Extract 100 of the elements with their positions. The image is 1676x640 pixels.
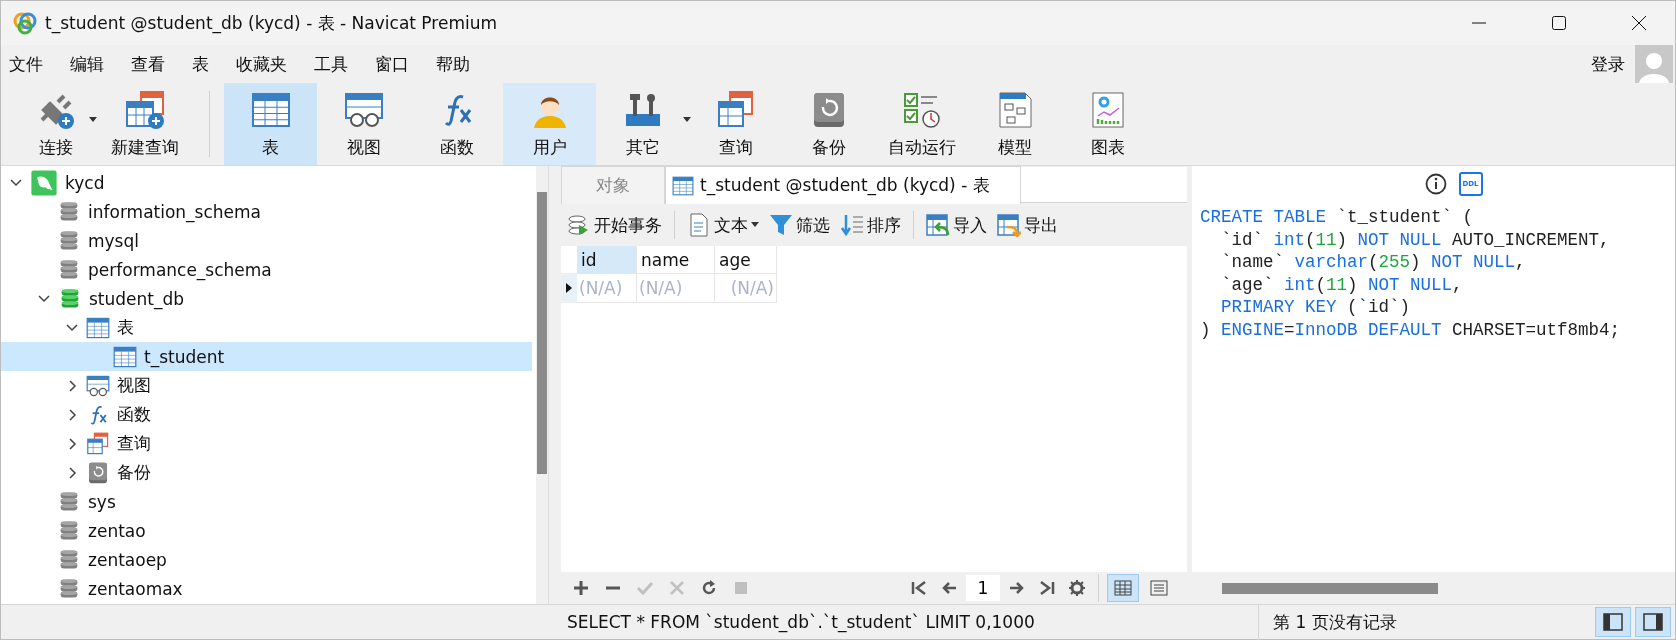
tree-item[interactable]: mysql [1, 226, 532, 255]
tree-item[interactable]: kycd [1, 168, 532, 197]
menu-item[interactable]: 文件 [9, 52, 70, 76]
page-field[interactable]: 1 [966, 575, 1000, 601]
window-title: t_student @student_db (kycd) - 表 - Navicat Premium [45, 11, 498, 35]
toolbar-button[interactable]: 导入 [924, 213, 989, 237]
toolbar-button[interactable]: 新建查询 [95, 83, 195, 165]
tree-label: 表 [117, 316, 134, 339]
tree-label: performance_schema [88, 259, 272, 280]
code-line: CREATE TABLE `t_student` ( [1200, 206, 1474, 229]
tree-item[interactable]: information_schema [1, 197, 532, 226]
tree-label: kycd [65, 172, 105, 193]
panel-icon [1603, 613, 1623, 631]
tree-label: zentaoep [88, 549, 167, 570]
gear-icon [1068, 579, 1086, 597]
minimize-icon [1471, 22, 1487, 24]
menu-item[interactable]: 编辑 [70, 52, 131, 76]
toolbar-button[interactable]: 其它 [596, 83, 689, 165]
scrollbar-thumb[interactable] [1222, 582, 1438, 594]
scrollbar-thumb[interactable] [537, 192, 547, 474]
menu-item[interactable]: 窗口 [375, 52, 436, 76]
toolbar-button[interactable]: 备份 [782, 83, 875, 165]
table-cell: (N/A) [715, 274, 777, 303]
pane-toggle-button[interactable] [1635, 607, 1671, 637]
tree-item[interactable]: performance_schema [1, 255, 532, 284]
code-line: `age` int(11) NOT NULL, [1220, 273, 1463, 297]
table-icon [86, 315, 110, 340]
toolbar-button[interactable]: 排序 [838, 213, 903, 237]
menu-item[interactable]: 工具 [314, 52, 375, 76]
sql-status: SELECT * FROM `student_db`.`t_student` LIMIT 0,1000 [567, 612, 1035, 632]
toolbar-button[interactable]: 用户 [503, 83, 596, 165]
column-header[interactable]: name [637, 246, 715, 274]
caret-icon[interactable] [683, 117, 691, 123]
stop-icon [732, 579, 750, 597]
menu-item[interactable]: 收藏夹 [236, 52, 314, 76]
tab[interactable]: t_student @student_db (kycd) - 表 [665, 166, 1021, 204]
login-link[interactable]: 登录 [1591, 52, 1625, 76]
tree-item[interactable]: zentaoep [1, 545, 532, 574]
new-table-icon [125, 89, 165, 130]
toolbar-button[interactable]: 图表 [1061, 83, 1154, 165]
tree-label: 查询 [117, 432, 151, 455]
tree-item[interactable]: zentao [1, 516, 532, 545]
info-button[interactable] [1424, 173, 1447, 195]
record-status: 第 1 页没有记录 [1273, 610, 1398, 634]
toolbar-button[interactable]: 查询 [689, 83, 782, 165]
tree-label: 函数 [117, 403, 151, 426]
refresh-icon [700, 579, 718, 597]
sort-icon [840, 213, 864, 237]
first-icon [910, 579, 928, 597]
toolbar-button[interactable]: 导出 [995, 213, 1060, 237]
tree-label: zentaomax [88, 578, 183, 599]
column-header[interactable]: age [715, 246, 777, 274]
close-icon [668, 579, 686, 597]
tree-item[interactable]: 视图 [1, 371, 532, 400]
toolbar-button[interactable]: 文本 [685, 213, 761, 237]
backup-icon [86, 460, 110, 485]
close-icon [1631, 15, 1647, 31]
toolbar-button[interactable]: 连接 [17, 83, 95, 165]
tree-item[interactable]: zentaomax [1, 574, 532, 603]
tree-item[interactable]: 函数 [1, 400, 532, 429]
tree-label: t_student [144, 346, 225, 367]
toolbar-button[interactable]: 开始事务 [565, 213, 664, 237]
pane-toggle-button[interactable] [1595, 607, 1631, 637]
app-logo-icon [13, 11, 37, 35]
tree-item[interactable]: t_student [1, 342, 532, 371]
toolbar-button[interactable]: 表 [224, 83, 317, 165]
menu-item[interactable]: 查看 [131, 52, 192, 76]
code-line: PRIMARY KEY (`id`) [1220, 296, 1411, 319]
minus-icon [606, 586, 620, 590]
column-header[interactable]: id [577, 246, 637, 274]
info-icon [1424, 173, 1447, 195]
tables-icon [86, 431, 110, 456]
tree-label: mysql [88, 230, 139, 251]
tree-item[interactable]: sys [1, 487, 532, 516]
tree-label: sys [88, 491, 116, 512]
toolbar-button[interactable]: 自动运行 [875, 83, 968, 165]
toolbar-button[interactable]: 函数 [410, 83, 503, 165]
tree-item[interactable]: 备份 [1, 458, 532, 487]
tree-item[interactable]: 查询 [1, 429, 532, 458]
tree-item[interactable]: student_db [1, 284, 532, 313]
table-glasses-icon [86, 373, 110, 398]
panel-icon [1643, 613, 1663, 631]
tree-label: 视图 [117, 374, 151, 397]
export-icon [997, 213, 1021, 237]
grid-icon [1114, 579, 1132, 597]
tree-label: student_db [89, 288, 185, 309]
table-icon [672, 174, 694, 197]
table-icon [113, 344, 137, 369]
menu-item[interactable]: 表 [192, 52, 236, 76]
caret-icon[interactable] [89, 117, 97, 123]
toolbar-button[interactable]: 模型 [968, 83, 1061, 165]
menu-item[interactable]: 帮助 [436, 52, 497, 76]
plus-icon [572, 579, 590, 597]
tree-item[interactable]: 表 [1, 313, 532, 342]
grid-view-button[interactable] [1107, 574, 1139, 602]
filter-icon [769, 213, 793, 237]
toolbar-button[interactable]: 筛选 [767, 213, 832, 237]
code-line: `id` int(11) NOT NULL AUTO_INCREMENT, [1220, 228, 1610, 252]
toolbar-button[interactable]: 视图 [317, 83, 410, 165]
code-line: `name` varchar(255) NOT NULL, [1220, 251, 1526, 274]
